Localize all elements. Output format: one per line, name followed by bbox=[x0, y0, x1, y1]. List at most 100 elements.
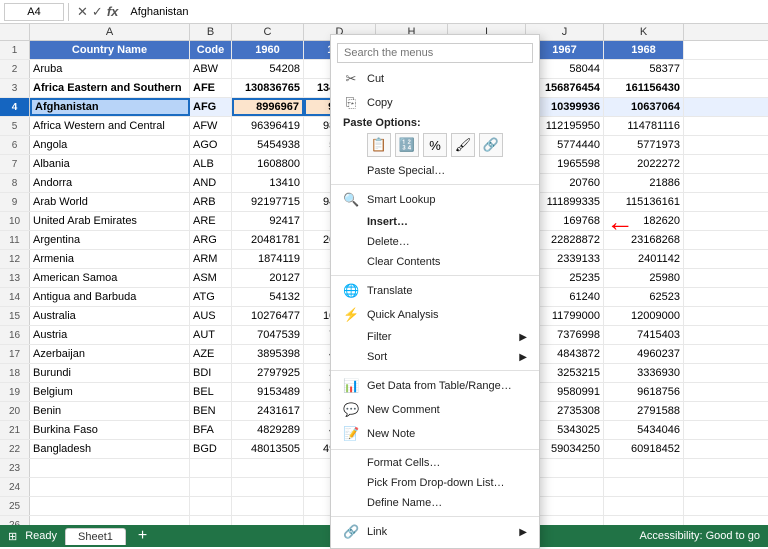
cell[interactable] bbox=[30, 497, 190, 515]
cell[interactable]: ATG bbox=[190, 288, 232, 306]
cell[interactable]: ALB bbox=[190, 155, 232, 173]
menu-item-new-comment[interactable]: 💬New Comment bbox=[331, 398, 539, 422]
row-number[interactable]: 12 bbox=[0, 250, 30, 268]
cell[interactable]: 114781116 bbox=[604, 117, 684, 135]
row-number[interactable]: 4 bbox=[0, 98, 30, 116]
cell[interactable]: 20481781 bbox=[232, 231, 304, 249]
row-number[interactable]: 24 bbox=[0, 478, 30, 496]
cell[interactable]: 7415403 bbox=[604, 326, 684, 344]
col-header-K[interactable]: K bbox=[604, 24, 684, 40]
menu-item-delete-[interactable]: Delete… bbox=[331, 232, 539, 252]
row-number[interactable]: 22 bbox=[0, 440, 30, 458]
cell[interactable]: 9618756 bbox=[604, 383, 684, 401]
cell[interactable]: BEN bbox=[190, 402, 232, 420]
cell[interactable]: 2431617 bbox=[232, 402, 304, 420]
cell[interactable]: Afghanistan bbox=[30, 98, 190, 116]
menu-item-pick-from-drop-down-list-[interactable]: Pick From Drop-down List… bbox=[331, 473, 539, 493]
cell[interactable]: 96396419 bbox=[232, 117, 304, 135]
row-number[interactable]: 25 bbox=[0, 497, 30, 515]
cell[interactable]: 8996967 bbox=[232, 98, 304, 116]
paste-icon-button[interactable]: 🔢 bbox=[395, 133, 419, 157]
cell[interactable]: Burundi bbox=[30, 364, 190, 382]
cell[interactable]: 2022272 bbox=[604, 155, 684, 173]
cell[interactable]: Benin bbox=[30, 402, 190, 420]
cell[interactable]: 25980 bbox=[604, 269, 684, 287]
cell[interactable] bbox=[190, 459, 232, 477]
cell[interactable]: 20127 bbox=[232, 269, 304, 287]
cell[interactable]: 161156430 bbox=[604, 79, 684, 97]
row-number[interactable]: 18 bbox=[0, 364, 30, 382]
cell[interactable]: 62523 bbox=[604, 288, 684, 306]
cell[interactable]: ABW bbox=[190, 60, 232, 78]
menu-item-filter[interactable]: Filter▶ bbox=[331, 327, 539, 347]
row-number[interactable]: 8 bbox=[0, 174, 30, 192]
cell[interactable]: 5434046 bbox=[604, 421, 684, 439]
cancel-icon[interactable]: ✕ bbox=[77, 4, 88, 20]
cell[interactable]: 12009000 bbox=[604, 307, 684, 325]
cell[interactable]: Austria bbox=[30, 326, 190, 344]
cell[interactable]: 48013505 bbox=[232, 440, 304, 458]
cell[interactable] bbox=[604, 459, 684, 477]
cell[interactable]: 92417 bbox=[232, 212, 304, 230]
paste-icon-button[interactable]: 🖌 bbox=[451, 133, 475, 157]
cell[interactable]: 10637064 bbox=[604, 98, 684, 116]
cell[interactable]: BDI bbox=[190, 364, 232, 382]
cell[interactable]: Azerbaijan bbox=[30, 345, 190, 363]
cell[interactable]: AND bbox=[190, 174, 232, 192]
paste-icon-button[interactable]: 📋 bbox=[367, 133, 391, 157]
cell[interactable]: 13410 bbox=[232, 174, 304, 192]
row-number[interactable]: 21 bbox=[0, 421, 30, 439]
cell[interactable]: 115136161 bbox=[604, 193, 684, 211]
cell[interactable]: 5454938 bbox=[232, 136, 304, 154]
menu-item-get-data-from-table-range-[interactable]: 📊Get Data from Table/Range… bbox=[331, 374, 539, 398]
cell[interactable] bbox=[604, 478, 684, 496]
cell[interactable]: Aruba bbox=[30, 60, 190, 78]
row-number[interactable]: 9 bbox=[0, 193, 30, 211]
cell[interactable] bbox=[232, 459, 304, 477]
cell[interactable]: 54208 bbox=[232, 60, 304, 78]
menu-item-sort[interactable]: Sort▶ bbox=[331, 347, 539, 367]
menu-item-translate[interactable]: 🌐Translate bbox=[331, 279, 539, 303]
cell[interactable] bbox=[190, 497, 232, 515]
menu-item-quick-analysis[interactable]: ⚡Quick Analysis bbox=[331, 303, 539, 327]
row-number[interactable]: 2 bbox=[0, 60, 30, 78]
cell[interactable]: BGD bbox=[190, 440, 232, 458]
cell[interactable]: AFE bbox=[190, 79, 232, 97]
cell[interactable]: Burkina Faso bbox=[30, 421, 190, 439]
row-number[interactable]: 1 bbox=[0, 41, 30, 59]
menu-item-copy[interactable]: ⎘Copy bbox=[331, 91, 539, 115]
cell[interactable]: 1968 bbox=[604, 41, 684, 59]
cell[interactable]: Albania bbox=[30, 155, 190, 173]
cell[interactable]: 2791588 bbox=[604, 402, 684, 420]
cell[interactable] bbox=[30, 478, 190, 496]
cell[interactable]: Code bbox=[190, 41, 232, 59]
cell[interactable]: ARE bbox=[190, 212, 232, 230]
cell[interactable]: AFG bbox=[190, 98, 232, 116]
cell[interactable]: Australia bbox=[30, 307, 190, 325]
cell[interactable]: 4960237 bbox=[604, 345, 684, 363]
cell[interactable]: 23168268 bbox=[604, 231, 684, 249]
col-header-B[interactable]: B bbox=[190, 24, 232, 40]
row-number[interactable]: 3 bbox=[0, 79, 30, 97]
cell[interactable]: AZE bbox=[190, 345, 232, 363]
row-number[interactable]: 7 bbox=[0, 155, 30, 173]
cell[interactable]: 54132 bbox=[232, 288, 304, 306]
cell[interactable]: 3895398 bbox=[232, 345, 304, 363]
cell[interactable]: 182620 bbox=[604, 212, 684, 230]
row-number[interactable]: 13 bbox=[0, 269, 30, 287]
cell[interactable] bbox=[30, 459, 190, 477]
cell[interactable]: ASM bbox=[190, 269, 232, 287]
formula-input[interactable]: Afghanistan bbox=[126, 3, 764, 21]
function-icon[interactable]: fx bbox=[107, 4, 119, 19]
cell[interactable]: ARG bbox=[190, 231, 232, 249]
col-header-A[interactable]: A bbox=[30, 24, 190, 40]
cell[interactable] bbox=[30, 516, 190, 525]
cell[interactable]: 130836765 bbox=[232, 79, 304, 97]
cell[interactable]: AUS bbox=[190, 307, 232, 325]
cell[interactable] bbox=[232, 516, 304, 525]
cell[interactable]: 5771973 bbox=[604, 136, 684, 154]
cell[interactable]: Africa Western and Central bbox=[30, 117, 190, 135]
cell[interactable]: United Arab Emirates bbox=[30, 212, 190, 230]
cell[interactable]: Andorra bbox=[30, 174, 190, 192]
cell[interactable]: 10276477 bbox=[232, 307, 304, 325]
